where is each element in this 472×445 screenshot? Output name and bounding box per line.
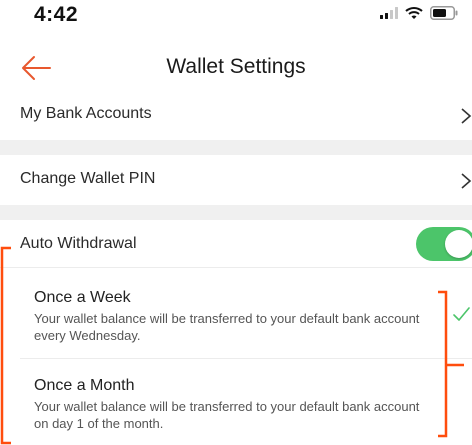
signal-icon bbox=[380, 7, 398, 19]
battery-icon bbox=[430, 6, 458, 20]
auto-withdrawal-label: Auto Withdrawal bbox=[20, 235, 137, 252]
annotation-bracket-left bbox=[0, 246, 11, 445]
change-wallet-pin-row[interactable]: Change Wallet PIN bbox=[0, 155, 472, 205]
option-once-a-week[interactable]: Once a Week Your wallet balance will be … bbox=[0, 268, 472, 358]
option-description: Your wallet balance will be transferred … bbox=[34, 399, 420, 431]
section-separator bbox=[0, 140, 472, 155]
option-description: Your wallet balance will be transferred … bbox=[34, 311, 420, 343]
annotation-bracket-right bbox=[438, 290, 464, 438]
auto-withdrawal-row: Auto Withdrawal bbox=[0, 220, 472, 268]
change-wallet-pin-label: Change Wallet PIN bbox=[20, 170, 156, 187]
section-separator bbox=[0, 205, 472, 220]
status-bar: 4:42 bbox=[0, 0, 472, 44]
wifi-icon bbox=[405, 7, 423, 19]
option-once-a-month[interactable]: Once a Month Your wallet balance will be… bbox=[0, 359, 472, 445]
toggle-knob bbox=[445, 230, 472, 258]
auto-withdrawal-toggle[interactable] bbox=[416, 227, 472, 261]
nav-bar: Wallet Settings bbox=[0, 44, 472, 94]
my-bank-accounts-row[interactable]: My Bank Accounts bbox=[0, 92, 472, 140]
status-icons bbox=[380, 6, 458, 20]
my-bank-accounts-label: My Bank Accounts bbox=[20, 105, 152, 122]
chevron-right-icon bbox=[461, 108, 472, 124]
page-title: Wallet Settings bbox=[166, 55, 306, 78]
option-title: Once a Month bbox=[34, 377, 135, 394]
chevron-right-icon bbox=[461, 173, 472, 189]
status-time: 4:42 bbox=[34, 3, 79, 26]
option-title: Once a Week bbox=[34, 289, 131, 306]
